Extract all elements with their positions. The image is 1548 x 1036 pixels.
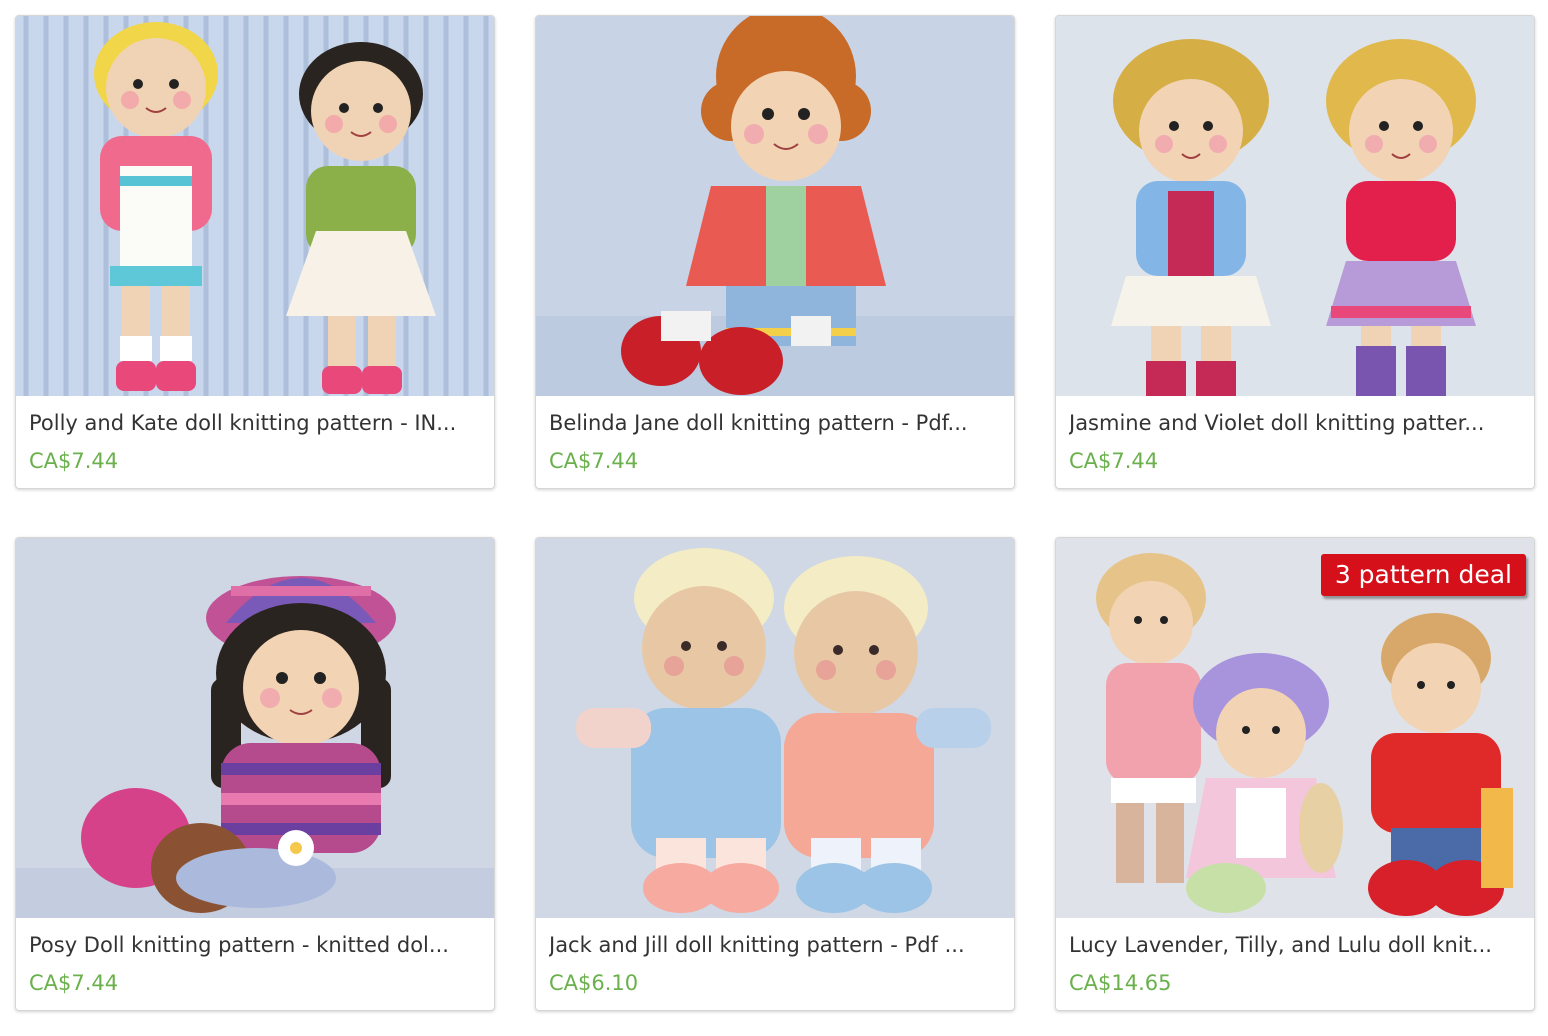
deal-badge: 3 pattern deal bbox=[1320, 554, 1526, 596]
listing-price: CA$7.44 bbox=[1069, 449, 1159, 473]
listing-price: CA$7.44 bbox=[29, 971, 119, 995]
listing-card[interactable]: Posy Doll knitting pattern - knitted dol… bbox=[15, 537, 495, 1011]
listing-price: CA$7.44 bbox=[549, 449, 639, 473]
listing-image[interactable] bbox=[16, 538, 494, 918]
listing-title[interactable]: Jack and Jill doll knitting pattern - Pd… bbox=[549, 930, 1005, 960]
listing-card[interactable]: Belinda Jane doll knitting pattern - Pdf… bbox=[535, 15, 1015, 489]
listing-card[interactable]: Polly and Kate doll knitting pattern - I… bbox=[15, 15, 495, 489]
listing-image[interactable] bbox=[536, 16, 1014, 396]
listing-title[interactable]: Posy Doll knitting pattern - knitted dol… bbox=[29, 930, 485, 960]
listing-title[interactable]: Jasmine and Violet doll knitting patter.… bbox=[1069, 408, 1525, 438]
listing-price: CA$14.65 bbox=[1069, 971, 1172, 995]
listing-price: CA$6.10 bbox=[549, 971, 639, 995]
listing-price: CA$7.44 bbox=[29, 449, 119, 473]
listing-card[interactable]: Jasmine and Violet doll knitting patter.… bbox=[1055, 15, 1535, 489]
listing-card[interactable]: 3 pattern deal Lucy Lavender, Tilly, and… bbox=[1055, 537, 1535, 1011]
listing-image[interactable] bbox=[1056, 16, 1534, 396]
listing-image[interactable]: 3 pattern deal bbox=[1056, 538, 1534, 918]
listing-title[interactable]: Belinda Jane doll knitting pattern - Pdf… bbox=[549, 408, 1005, 438]
listing-image[interactable] bbox=[16, 16, 494, 396]
listing-title[interactable]: Lucy Lavender, Tilly, and Lulu doll knit… bbox=[1069, 930, 1525, 960]
listing-title[interactable]: Polly and Kate doll knitting pattern - I… bbox=[29, 408, 485, 438]
listing-image[interactable] bbox=[536, 538, 1014, 918]
listing-grid: Polly and Kate doll knitting pattern - I… bbox=[0, 0, 1548, 1036]
listing-card[interactable]: Jack and Jill doll knitting pattern - Pd… bbox=[535, 537, 1015, 1011]
